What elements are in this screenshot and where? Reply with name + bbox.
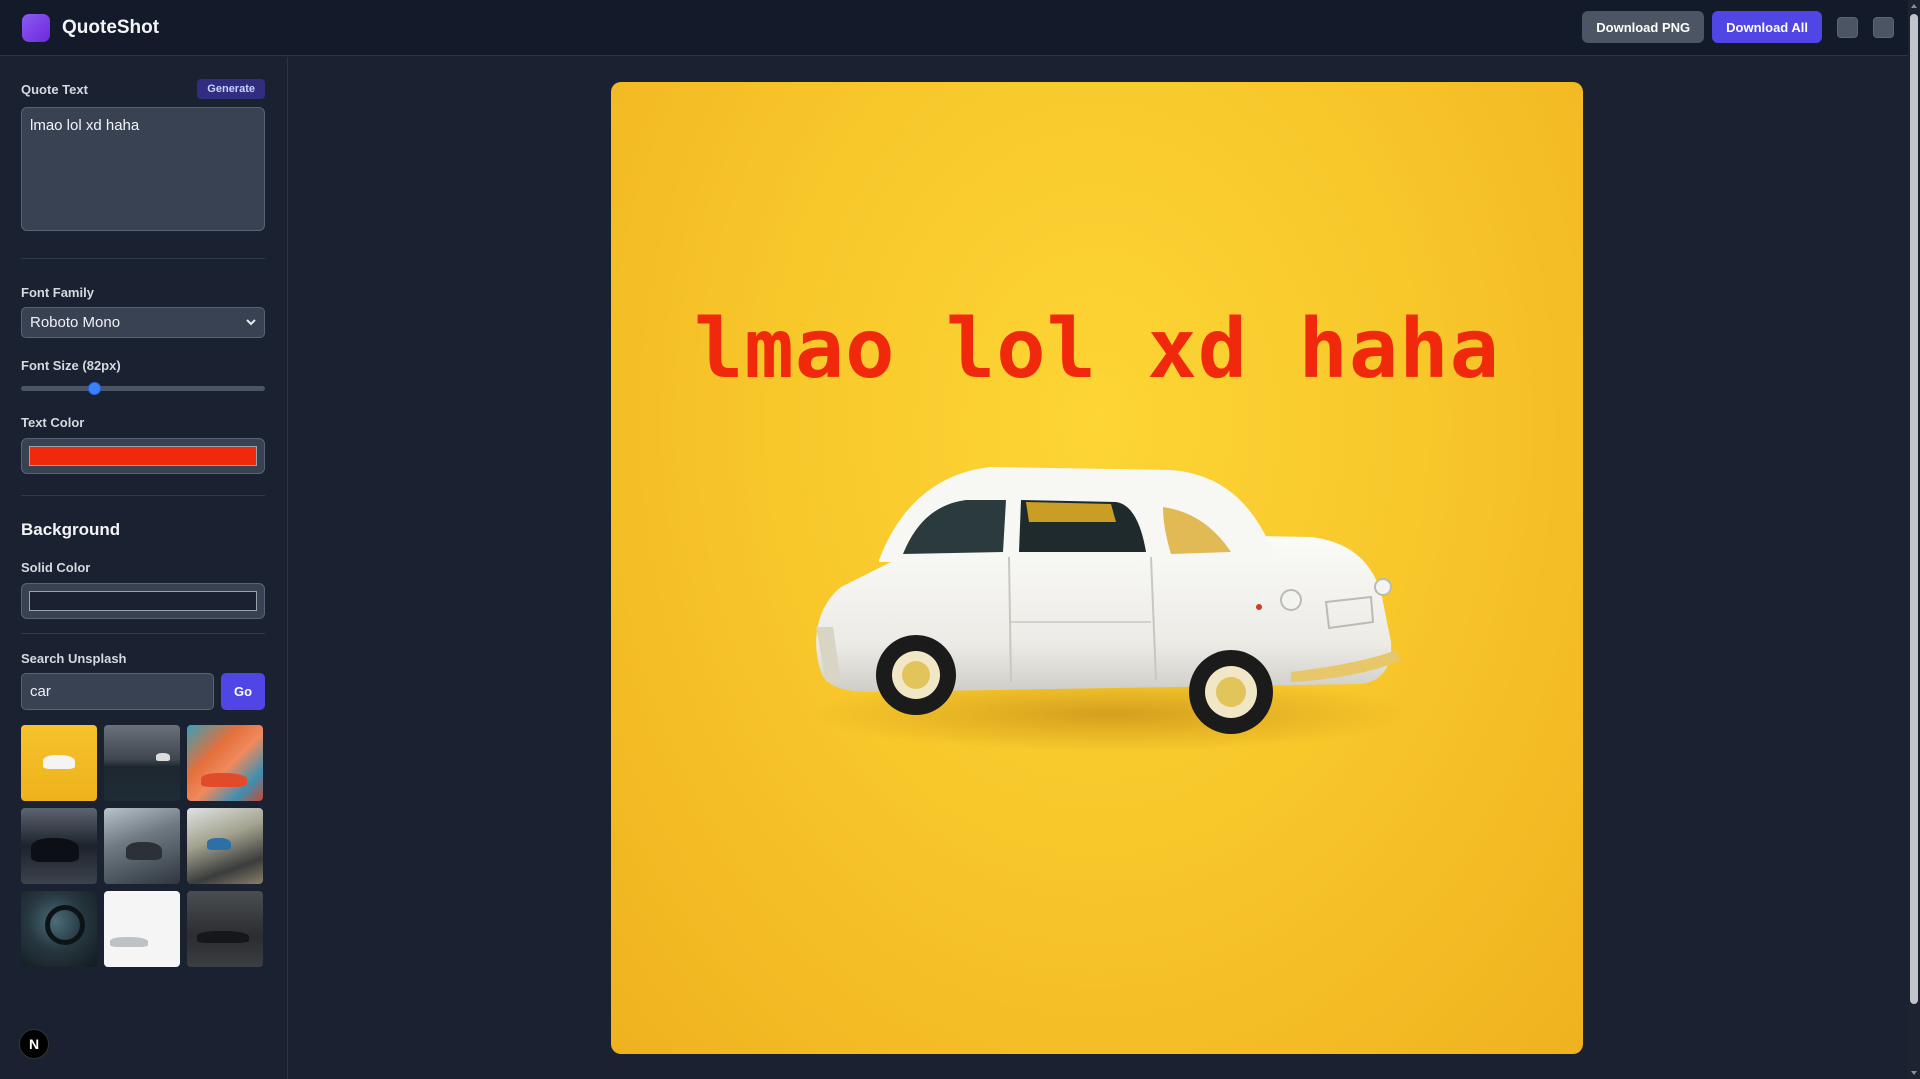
font-size-label: Font Size (82px) xyxy=(21,358,121,373)
search-input[interactable]: car xyxy=(21,673,214,710)
search-unsplash-label: Search Unsplash xyxy=(21,651,127,666)
font-family-select[interactable]: Roboto Mono xyxy=(21,307,265,338)
background-section-title: Background xyxy=(21,520,121,539)
car-photo-image xyxy=(811,467,1411,752)
scrollbar-thumb[interactable] xyxy=(1910,14,1918,1004)
quote-text-label: Quote Text xyxy=(21,81,88,97)
generate-button[interactable]: Generate xyxy=(197,79,265,99)
font-size-slider-thumb[interactable] xyxy=(87,382,101,395)
text-color-picker[interactable] xyxy=(21,438,265,474)
app-logo-icon xyxy=(22,13,50,42)
text-color-swatch xyxy=(29,446,257,466)
image-results-grid xyxy=(21,725,265,967)
solid-color-picker[interactable] xyxy=(21,583,265,619)
image-thumbnail-dark-road-car[interactable] xyxy=(104,725,180,801)
download-all-button[interactable]: Download All xyxy=(1712,11,1822,43)
divider xyxy=(21,633,265,634)
go-button[interactable]: Go xyxy=(221,673,265,710)
app-title: QuoteShot xyxy=(62,16,160,38)
image-thumbnail-dark-sedan[interactable] xyxy=(187,891,263,967)
font-size-slider[interactable] xyxy=(21,382,265,395)
quote-text-input[interactable]: lmao lol xd haha xyxy=(21,107,265,231)
image-thumbnail-blue-car-coast[interactable] xyxy=(187,808,263,884)
header-actions: Download PNG Download All xyxy=(1582,11,1894,43)
font-family-value: Roboto Mono xyxy=(30,314,121,331)
image-thumbnail-yellow-car[interactable] xyxy=(21,725,97,801)
nextjs-badge[interactable]: N xyxy=(19,1029,49,1059)
app-header: QuoteShot Download PNG Download All xyxy=(0,0,1908,56)
scroll-down-arrow-icon[interactable] xyxy=(1911,1071,1917,1075)
image-thumbnail-grey-car-fog[interactable] xyxy=(104,808,180,884)
chevron-down-icon xyxy=(246,319,256,326)
image-thumbnail-black-car-garage[interactable] xyxy=(21,808,97,884)
image-thumbnail-white-car-studio[interactable] xyxy=(104,891,180,967)
divider xyxy=(21,258,265,259)
scroll-up-arrow-icon[interactable] xyxy=(1911,4,1917,8)
theme-square-icon[interactable] xyxy=(1873,16,1894,38)
divider xyxy=(21,495,265,496)
font-family-label: Font Family xyxy=(21,285,94,300)
image-thumbnail-steering-wheel[interactable] xyxy=(21,891,97,967)
settings-square-icon[interactable] xyxy=(1837,16,1858,38)
solid-color-swatch xyxy=(29,591,257,611)
text-color-label: Text Color xyxy=(21,415,85,430)
image-thumbnail-graffiti-car[interactable] xyxy=(187,725,263,801)
solid-color-label: Solid Color xyxy=(21,560,91,575)
quote-canvas-preview: lmao lol xd haha xyxy=(611,82,1583,1054)
page-scrollbar[interactable] xyxy=(1908,0,1920,1079)
download-png-button[interactable]: Download PNG xyxy=(1582,11,1705,43)
quote-text-header: Quote Text Generate xyxy=(21,79,265,99)
sidebar: Quote Text Generate lmao lol xd haha Fon… xyxy=(0,57,288,1079)
